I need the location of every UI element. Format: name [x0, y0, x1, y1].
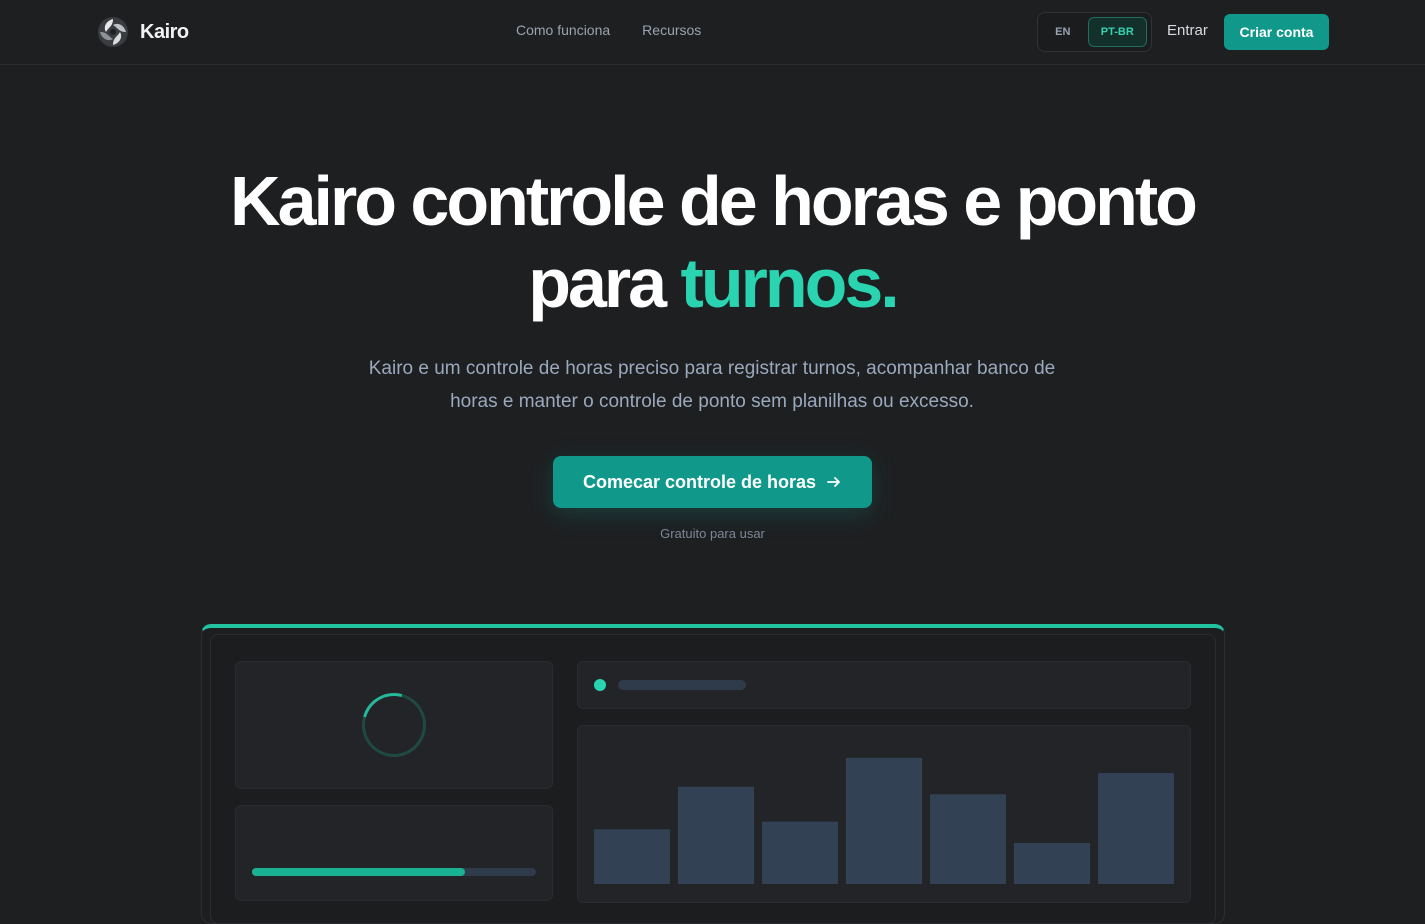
chart-bar	[1014, 842, 1090, 884]
lang-en-button[interactable]: EN	[1042, 17, 1084, 47]
nav-link-como-funciona[interactable]: Como funciona	[516, 22, 610, 38]
bar-chart	[594, 757, 1174, 884]
brand-name: Kairo	[140, 20, 189, 43]
chart-bar	[846, 757, 922, 884]
arrow-right-icon	[827, 477, 840, 487]
loading-spinner-icon	[350, 681, 438, 769]
hero-title-pre: para	[528, 244, 667, 322]
dashboard-preview	[201, 624, 1225, 924]
language-switcher: EN PT-BR	[1037, 12, 1152, 52]
status-dot-icon	[594, 679, 606, 691]
signup-button[interactable]: Criar conta	[1224, 14, 1329, 50]
dashboard-preview-frame	[210, 634, 1216, 924]
progress-fill	[252, 868, 465, 876]
status-card	[577, 661, 1191, 709]
chart-bar	[678, 786, 754, 884]
main-nav: Como funciona Recursos	[516, 22, 701, 38]
chart-bar	[930, 794, 1006, 884]
start-tracking-button[interactable]: Comecar controle de horas	[553, 456, 872, 508]
hero-title-main: Kairo controle de horas e ponto	[230, 162, 1198, 240]
cta-label: Comecar controle de horas	[582, 471, 817, 492]
brand[interactable]: Kairo	[96, 15, 189, 49]
cta-note: Gratuito para usar	[660, 526, 765, 541]
bar-chart-card	[577, 725, 1191, 903]
hero-description: Kairo e um controle de horas preciso par…	[368, 358, 1056, 412]
chart-bar	[594, 829, 670, 884]
chart-bar	[1098, 773, 1174, 884]
status-placeholder	[618, 680, 746, 690]
progress-card	[235, 805, 553, 901]
loading-card	[235, 661, 553, 789]
lang-pt-br-button[interactable]: PT-BR	[1087, 17, 1147, 47]
progress-track	[252, 868, 536, 876]
hero-title: Kairo controle de horas e ponto para tur…	[0, 160, 1425, 324]
hero-title-accent: turnos.	[680, 244, 900, 322]
kairo-logo-icon	[98, 17, 128, 47]
nav-link-recursos[interactable]: Recursos	[642, 22, 701, 38]
chart-bar	[762, 821, 838, 884]
login-link[interactable]: Entrar	[1167, 22, 1208, 39]
top-navbar: Kairo Como funciona Recursos EN PT-BR En…	[0, 0, 1425, 65]
